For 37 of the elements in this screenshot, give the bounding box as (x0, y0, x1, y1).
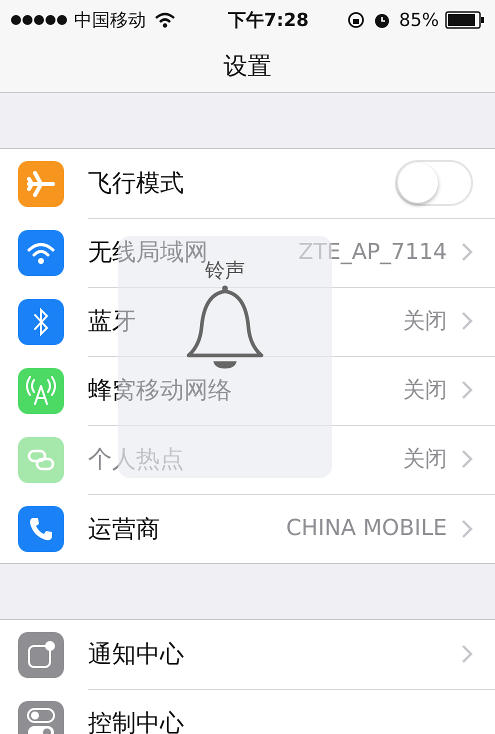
bell-icon (184, 284, 266, 370)
row-value: 关闭 (403, 308, 447, 336)
row-label: 蜂窝移动网络 (88, 375, 232, 406)
row-value: 关闭 (403, 377, 447, 405)
toggle-switch[interactable] (395, 160, 473, 206)
settings-row[interactable]: 飞行模式 (0, 149, 495, 218)
page-title: 设置 (224, 51, 272, 82)
chevron-icon (461, 311, 473, 331)
settings-row[interactable]: 通知中心 (0, 620, 495, 689)
settings-row[interactable]: 运营商 CHINA MOBILE (0, 494, 495, 563)
row-label: 蓝牙 (88, 306, 136, 337)
row-label: 运营商 (88, 514, 160, 544)
notification-icon (26, 640, 56, 670)
row-label: 飞行模式 (88, 168, 184, 199)
overlay-title: 铃声 (205, 260, 245, 280)
row-label: 通知中心 (88, 639, 184, 670)
wifi-icon (154, 12, 176, 28)
bluetooth-icon (31, 306, 51, 336)
rotation-lock-icon (346, 11, 365, 29)
row-value: CHINA MOBILE (286, 516, 447, 541)
row-label: 无线局域网 (88, 237, 208, 266)
alarm-icon (372, 11, 391, 29)
airplane-icon (26, 168, 56, 198)
row-value: 关闭 (403, 446, 447, 474)
chevron-icon (461, 644, 473, 664)
chevron-icon (461, 380, 473, 400)
settings-row[interactable]: 蓝牙 关闭 (0, 287, 495, 356)
chevron-icon (461, 518, 473, 538)
battery-percentage: 85% (398, 10, 439, 30)
antenna-icon (25, 376, 57, 406)
carrier-name: 中国移动 (74, 9, 146, 32)
battery-icon (445, 11, 485, 29)
signal-icon (10, 14, 68, 26)
clock-time: 下午7:28 (228, 9, 309, 32)
toggle-switches-icon (26, 706, 56, 734)
chevron-icon (461, 242, 473, 262)
chevron-icon (461, 449, 473, 469)
